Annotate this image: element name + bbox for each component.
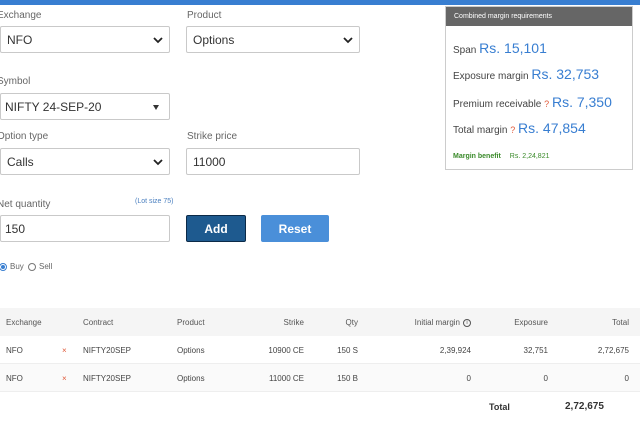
table-header-row: Exchange Contract Product Strike Qty Ini… [0, 308, 640, 336]
col-exchange: Exchange [6, 318, 42, 327]
margin-requirements-panel: Combined margin requirements Span Rs. 15… [445, 6, 633, 170]
total-margin-label: Total margin [453, 125, 508, 136]
col-exposure: Exposure [514, 318, 548, 327]
net-quantity-input[interactable]: 150 [0, 215, 170, 242]
premium-label: Premium receivable [453, 99, 542, 110]
radio-selected-icon [0, 262, 7, 271]
chevron-down-icon [153, 37, 163, 44]
reset-button[interactable]: Reset [261, 215, 329, 242]
total-margin-value: Rs. 47,854 [518, 120, 586, 136]
add-button[interactable]: Add [186, 215, 246, 242]
cell-exchange: NFO [6, 374, 23, 383]
margin-benefit: Margin benefit Rs. 2,24,821 [453, 153, 550, 160]
exposure-label: Exposure margin [453, 71, 529, 82]
symbol-select[interactable]: NIFTY 24-SEP-20 [0, 93, 170, 120]
table-row: NFO × NIFTY20SEP Options 10900 CE 150 S … [0, 336, 640, 364]
margin-benefit-value: Rs. 2,24,821 [509, 153, 550, 160]
total-margin-row: Total margin ? Rs. 47,854 [453, 120, 586, 136]
cell-total: 0 [624, 374, 629, 383]
span-label: Span [453, 45, 477, 56]
chevron-down-icon [153, 159, 163, 166]
option-type-label: Option type [0, 131, 49, 142]
table-total-row: Total 2,72,675 [0, 392, 640, 420]
exchange-label: Exchange [0, 10, 42, 21]
remove-icon[interactable]: × [62, 374, 67, 383]
cell-strike: 10900 CE [268, 346, 304, 355]
cell-strike: 11000 CE [269, 374, 304, 383]
exchange-select[interactable]: NFO [0, 26, 170, 53]
strike-price-input[interactable]: 11000 [186, 148, 360, 175]
col-total: Total [612, 318, 629, 327]
premium-row: Premium receivable ? Rs. 7,350 [453, 94, 612, 110]
total-row-value: 2,72,675 [565, 401, 604, 412]
cell-qty: 150 B [337, 374, 358, 383]
info-icon[interactable]: i [463, 318, 471, 327]
net-quantity-label: Net quantity [0, 199, 51, 210]
chevron-down-icon [343, 37, 353, 44]
cell-initial-margin: 2,39,924 [439, 346, 471, 355]
span-value: Rs. 15,101 [479, 40, 547, 56]
net-quantity-value: 150 [5, 221, 26, 236]
radio-unselected-icon [28, 262, 36, 271]
premium-value: Rs. 7,350 [551, 94, 612, 110]
remove-icon[interactable]: × [62, 346, 67, 355]
cell-qty: 150 S [337, 346, 358, 355]
col-strike: Strike [283, 318, 304, 327]
col-contract: Contract [83, 318, 114, 327]
col-initial-margin-label: Initial margin [414, 318, 460, 327]
cell-contract: NIFTY20SEP [83, 346, 132, 355]
caret-down-icon [153, 105, 159, 110]
exposure-value: Rs. 32,753 [531, 66, 600, 82]
cell-exposure: 0 [543, 374, 548, 383]
span-row: Span Rs. 15,101 [453, 40, 547, 56]
buy-radio-label: Buy [10, 262, 24, 271]
product-select-value: Options [193, 32, 235, 47]
exchange-select-value: NFO [7, 32, 33, 47]
col-qty: Qty [345, 318, 358, 327]
buy-radio[interactable]: Buy [0, 262, 24, 271]
cell-product: Options [177, 346, 205, 355]
cell-total: 2,72,675 [597, 346, 629, 355]
product-select[interactable]: Options [186, 26, 360, 53]
symbol-label: Symbol [0, 76, 31, 87]
cell-initial-margin: 0 [466, 374, 471, 383]
cell-exchange: NFO [6, 346, 23, 355]
strike-price-label: Strike price [187, 131, 238, 142]
table-row: NFO × NIFTY20SEP Options 11000 CE 150 B … [0, 364, 640, 392]
margin-benefit-label: Margin benefit [453, 153, 501, 160]
help-question-icon[interactable]: ? [510, 125, 515, 135]
col-initial-margin: Initial margin i [415, 318, 471, 327]
strike-price-value: 11000 [193, 154, 226, 169]
lot-size-hint: (Lot size 75) [135, 198, 174, 205]
symbol-select-value: NIFTY 24-SEP-20 [5, 99, 102, 114]
exposure-row: Exposure margin Rs. 32,753 [453, 66, 599, 82]
cell-product: Options [177, 374, 205, 383]
option-type-select-value: Calls [7, 154, 34, 169]
margin-panel-title: Combined margin requirements [446, 7, 632, 26]
total-row-label: Total [489, 402, 510, 412]
sell-radio-label: Sell [39, 262, 53, 271]
help-question-icon[interactable]: ? [544, 99, 549, 109]
cell-exposure: 32,751 [523, 346, 548, 355]
cell-contract: NIFTY20SEP [83, 374, 132, 383]
top-accent-bar [0, 0, 640, 5]
product-label: Product [187, 10, 222, 21]
col-product: Product [177, 318, 205, 327]
sell-radio[interactable]: Sell [28, 262, 52, 271]
option-type-select[interactable]: Calls [0, 148, 170, 175]
